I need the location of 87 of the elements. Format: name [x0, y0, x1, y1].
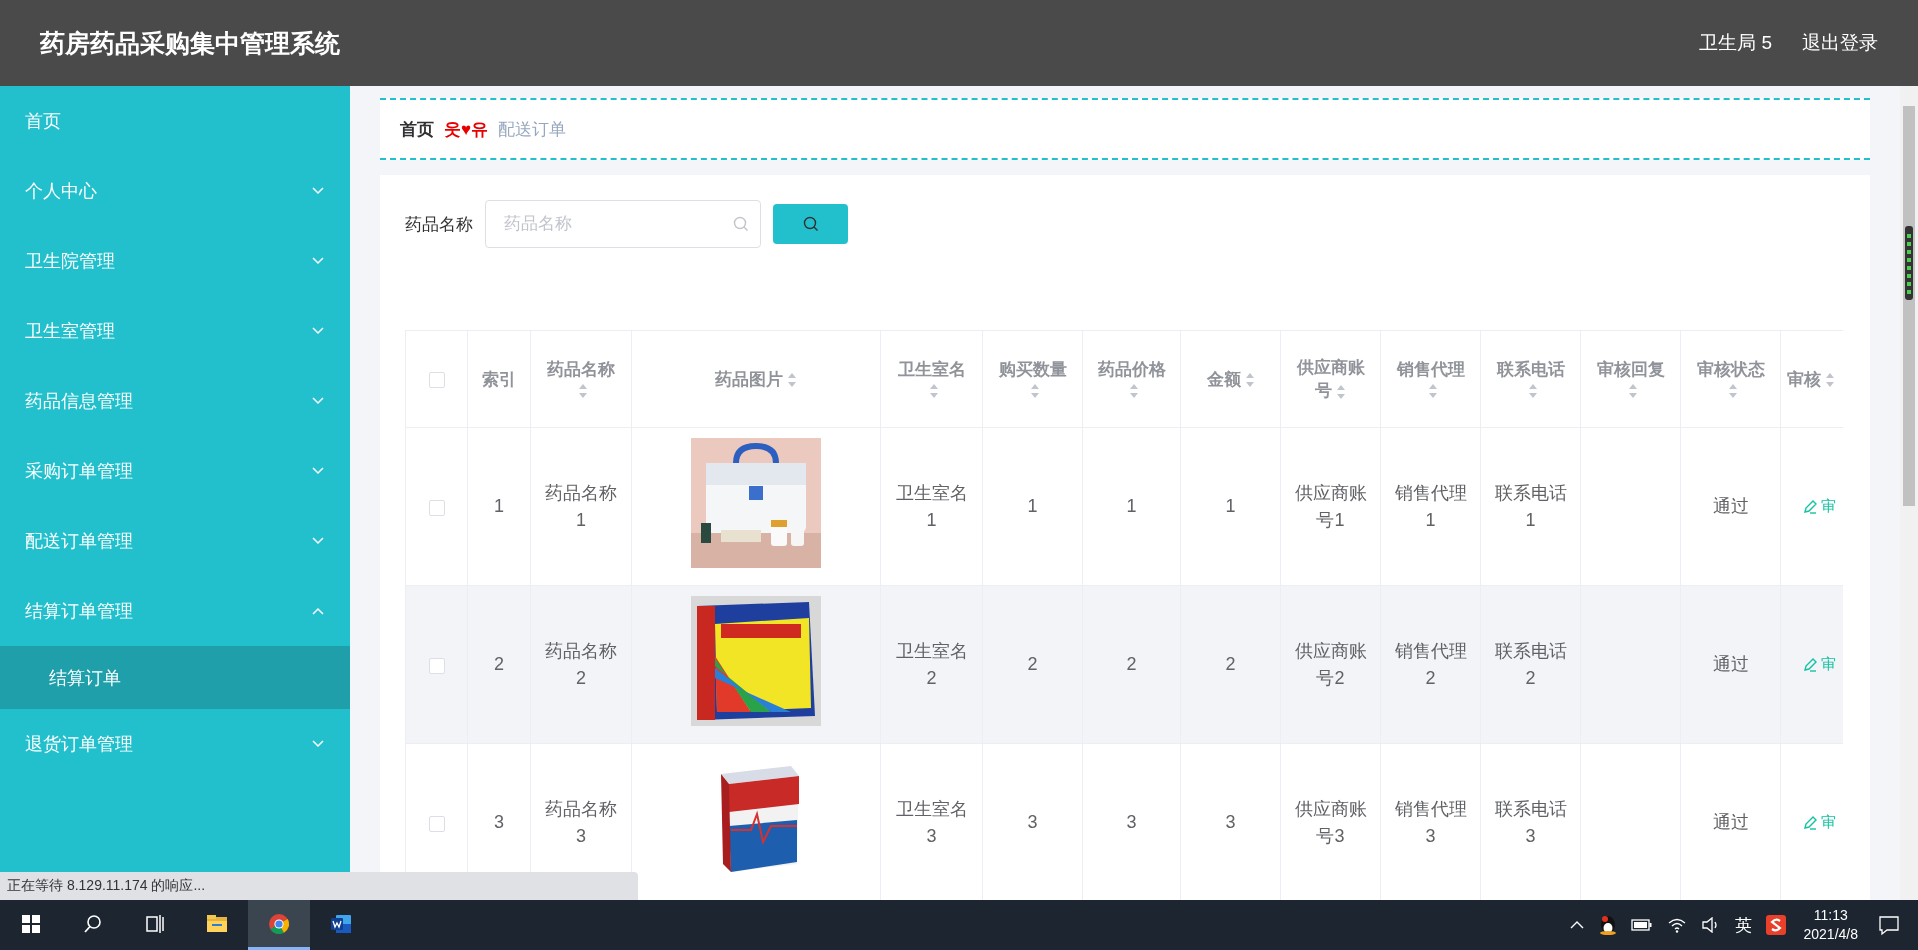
column-header: 审核回复	[1580, 330, 1681, 428]
table-cell: 卫生室名2	[880, 585, 983, 744]
edit-icon	[1803, 499, 1817, 514]
sort-icon[interactable]	[1527, 383, 1538, 399]
sidebar-item[interactable]: 结算订单管理	[0, 576, 350, 646]
search-icon	[733, 216, 749, 232]
column-header: 供应商账号	[1280, 330, 1381, 428]
sort-icon[interactable]	[928, 383, 939, 399]
sort-icon[interactable]	[1727, 383, 1738, 399]
grip-icon	[1905, 226, 1913, 300]
sort-icon[interactable]	[1244, 372, 1255, 388]
search-icon	[802, 216, 819, 232]
review-button[interactable]: 审	[1803, 813, 1836, 832]
sort-icon[interactable]	[1627, 383, 1638, 399]
breadcrumb-link[interactable]: 首页	[400, 117, 434, 141]
table-cell: 销售代理1	[1380, 427, 1481, 586]
logout-link[interactable]: 退出登录	[1802, 30, 1878, 56]
column-header: 购买数量	[982, 330, 1083, 428]
column-header: 审核状态	[1680, 330, 1781, 428]
review-button[interactable]: 审	[1803, 655, 1836, 674]
checkbox[interactable]	[428, 657, 445, 674]
column-header: 索引	[467, 330, 531, 428]
sort-icon[interactable]	[1029, 383, 1040, 399]
search-button[interactable]	[773, 204, 848, 244]
table-cell: 2	[1082, 585, 1181, 744]
sort-icon[interactable]	[787, 372, 797, 388]
sort-icon[interactable]	[1427, 383, 1438, 399]
sidebar-item[interactable]: 个人中心	[0, 156, 350, 226]
checkbox[interactable]	[428, 371, 445, 388]
clock-time[interactable]: 11:13	[1813, 906, 1848, 925]
table-cell: 销售代理2	[1380, 585, 1481, 744]
sidebar-subitem[interactable]: 结算订单	[0, 646, 350, 709]
column-header: 药品图片	[631, 330, 881, 428]
sidebar-item[interactable]: 卫生院管理	[0, 226, 350, 296]
checkbox[interactable]	[428, 499, 445, 516]
column-header: 药品名称	[530, 330, 632, 428]
table-cell: 药品名称2	[530, 585, 632, 744]
sidebar-item[interactable]: 退货订单管理	[0, 709, 350, 779]
browser-status-text: 正在等待 8.129.11.174 的响应...	[7, 877, 206, 893]
table-cell: 供应商账号1	[1280, 427, 1381, 586]
table-cell: 通过	[1680, 427, 1781, 586]
wifi-icon[interactable]	[1666, 917, 1687, 933]
table-cell: 通过	[1680, 585, 1781, 744]
app-title: 药房药品采购集中管理系统	[40, 27, 341, 59]
sidebar-item[interactable]: 药品信息管理	[0, 366, 350, 436]
browser-icon	[267, 911, 291, 936]
sort-icon[interactable]	[1336, 383, 1346, 400]
table-cell: 供应商账号2	[1280, 585, 1381, 744]
sidebar-item[interactable]: 首页	[0, 86, 350, 156]
column-header: 药品价格	[1082, 330, 1181, 428]
table-cell: 1	[1180, 427, 1281, 586]
notification-icon[interactable]	[1878, 914, 1900, 936]
column-header: 销售代理	[1380, 330, 1481, 428]
sort-icon[interactable]	[1128, 383, 1139, 399]
edit-icon	[1803, 657, 1817, 672]
column-header: 联系电话	[1480, 330, 1581, 428]
ime-app-icon[interactable]	[1765, 915, 1786, 935]
table-cell: 2	[982, 585, 1083, 744]
breadcrumb-separator: 웃♥유	[444, 118, 489, 141]
table-cell: 1	[982, 427, 1083, 586]
sidebar-item[interactable]: 配送订单管理	[0, 506, 350, 576]
edit-icon	[1803, 815, 1817, 830]
sort-icon[interactable]	[1825, 372, 1835, 388]
sidebar-item[interactable]: 卫生室管理	[0, 296, 350, 366]
table-cell: 1	[1082, 427, 1181, 586]
column-header: 金额	[1180, 330, 1281, 428]
input-method-indicator[interactable]: 英	[1734, 913, 1752, 937]
column-header: 审核	[1780, 330, 1843, 428]
clock-date[interactable]: 2021/4/8	[1803, 925, 1858, 944]
sidebar-item[interactable]: 采购订单管理	[0, 436, 350, 506]
table-cell: 卫生室名1	[880, 427, 983, 586]
battery-icon[interactable]	[1630, 918, 1653, 932]
table-cell: 2	[1180, 585, 1281, 744]
penguin-icon[interactable]	[1598, 915, 1617, 935]
table-cell: 1	[467, 427, 531, 586]
review-button[interactable]: 审	[1803, 497, 1836, 516]
table-cell: 联系电话1	[1480, 427, 1581, 586]
sort-icon[interactable]	[578, 383, 588, 399]
checkbox[interactable]	[428, 815, 445, 832]
column-header: 卫生室名	[880, 330, 983, 428]
user-name: 卫生局 5	[1699, 31, 1772, 55]
search-field[interactable]: 药品名称	[485, 200, 761, 248]
table-cell: 药品名称1	[530, 427, 632, 586]
table-cell: 2	[467, 585, 531, 744]
table-cell: 联系电话2	[1480, 585, 1581, 744]
breadcrumb-current: 配送订单	[498, 118, 567, 141]
search-label: 药品名称	[405, 213, 473, 236]
